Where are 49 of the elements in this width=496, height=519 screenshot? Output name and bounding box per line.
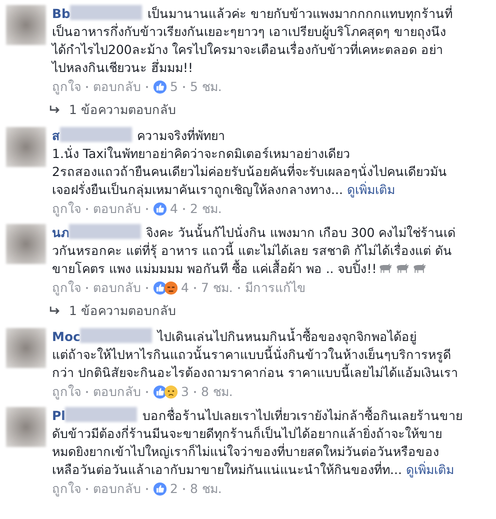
- reply-link[interactable]: ตอบกลับ: [93, 382, 141, 400]
- like-link[interactable]: ถูกใจ: [52, 480, 81, 498]
- like-reaction-icon: [153, 384, 167, 398]
- comment-time: 8 ชม.: [200, 382, 233, 400]
- like-link[interactable]: ถูกใจ: [52, 78, 81, 96]
- edited-label: มีการแก้ไข: [244, 278, 306, 297]
- reaction-count[interactable]: 4: [170, 200, 178, 218]
- view-replies-link[interactable]: 1 ข้อความตอบกลับ: [69, 302, 176, 320]
- author-name[interactable]: นภ: [52, 224, 69, 240]
- see-more-link[interactable]: ดูเพิ่มเติม: [346, 182, 395, 197]
- comment-time: 7 ชม.: [200, 278, 233, 297]
- comment-text: Moc ไปเดินเล่นไปกินหนมกินน้ำซื้อของจุกจิกพอได้อยู่ แต่ถ้าจะให้ไปหาไรกินแถวนั้นราคาแบบนี้นั่งกินข้าวในห้างเย็นๆบริการหรูดี กว่า ปกตินิสัยจะกินอะไรต้องถามราคาก่อน ราคาแบบนี้เลยไม่ได้แอ้มเงินเรา: [52, 328, 459, 382]
- avatar[interactable]: [6, 126, 46, 167]
- sad-reaction-icon: [164, 384, 178, 398]
- author-name[interactable]: ส: [52, 128, 60, 143]
- comment-text: ส ความจริงที่พัทยา 1.นั่ง Taxiในพัทยาอย่าคิดว่าจะกดมิเตอร์เหมาอย่างเดียว 2รถสองแถวถ้ายืนคนเดียวไม่ค่อยรับน้อยคันที่จะรับเผลอๆนั่งไปคนเดียวมัน เจอฝรั่งยืนเป็นกลุ่มเหมาคันเราถูกเชิญให้ลงกลางทาง... ดูเพิ่มเติม: [52, 126, 448, 199]
- comment-text: Pl บอกชื่อร้านไปเลยเราไปเที่ยวเรายังไม่กล้าซื้อกินเลยร้านขาย ดับข้าวมีต้องกี่ร้านมีนจะขายดีทุกร้านก็เป็นไปได้อยากแล้ายิ่งถ้าจะให้ขาย หมดยิงยากเข้าไปใหญ่เราก็ไม่แน่ใจว่าของที่บายสดใหม่วันต่อวันหรือของ เหลือวันต่อวันแล้าเอากับมาขายใหม่กันแน่แนะนำให้กินของที่ท... ดูเพิ่มเติม: [52, 406, 464, 478]
- reply-link[interactable]: ตอบกลับ: [93, 278, 141, 297]
- reply-link[interactable]: ตอบกลับ: [93, 480, 141, 498]
- comment-text: Bb เป็นมานานแล้วค่ะ ขายกับข้าวแพงมากกกกแทบทุกร้านที่ เป็นอาหารกึ่งกับข้าวเรียงกันเยอะๆยาวๆ เอาเปรียบผู้บริโภคสุดๆ ขายถุงนึง ได้กำไรไป200ละม้าง ใครไปใครมาจะเตือนเรื่องกับข้าวที่เคหะตลอด อย่า ไปหลงกินเชียวนะ ฮึ่มมม!!: [52, 5, 454, 77]
- comment-time: 2 ชม.: [190, 200, 222, 218]
- like-link[interactable]: ถูกใจ: [52, 278, 81, 297]
- see-more-link[interactable]: ดูเพิ่มเติม: [406, 462, 454, 476]
- view-replies-link[interactable]: 1 ข้อความตอบกลับ: [69, 101, 176, 120]
- like-reaction-icon: [153, 202, 167, 216]
- comment-text: นภ จิงคะ วันนั้นก้ไปนั่งกิน แพงมาก เกือบ 300 คงไม่ใช่ร้านเด่ วกันหรอกคะ แต่ที่รุ้ อาหาร แถวนี้ แตะไม่ได้เลย รสชาติ ก้ไม่ได้เรื่องแต่ ดัน ขายโคตร แพง แม่มมมม พอกันที ซื้อ แค่เสื้อผ้า พอ .. จบปิ้ง!!: [52, 224, 457, 278]
- avatar[interactable]: [6, 224, 46, 264]
- comment-time: 8 ชม.: [190, 480, 222, 498]
- comment-time: 5 ชม.: [190, 78, 222, 96]
- reply-link[interactable]: ตอบกลับ: [93, 78, 141, 96]
- author-name[interactable]: Moc: [52, 328, 80, 344]
- reaction-count[interactable]: 3: [181, 382, 189, 400]
- reaction-count[interactable]: 4: [181, 278, 189, 297]
- reaction-count[interactable]: 5: [170, 78, 178, 96]
- author-name[interactable]: Pl: [52, 408, 66, 422]
- author-name[interactable]: Bb: [52, 6, 70, 21]
- reaction-count[interactable]: 2: [170, 480, 178, 498]
- angry-reaction-icon: [164, 280, 178, 295]
- redacted-name: [60, 126, 132, 142]
- redacted-name: [69, 224, 141, 239]
- avatar[interactable]: [6, 5, 46, 45]
- like-reaction-icon: [153, 80, 167, 94]
- like-reaction-icon: [153, 482, 167, 496]
- avatar[interactable]: [6, 406, 46, 446]
- reply-link[interactable]: ตอบกลับ: [93, 200, 141, 218]
- like-link[interactable]: ถูกใจ: [52, 200, 81, 218]
- avatar[interactable]: [6, 328, 46, 368]
- like-reaction-icon: [153, 280, 167, 295]
- like-link[interactable]: ถูกใจ: [52, 382, 81, 400]
